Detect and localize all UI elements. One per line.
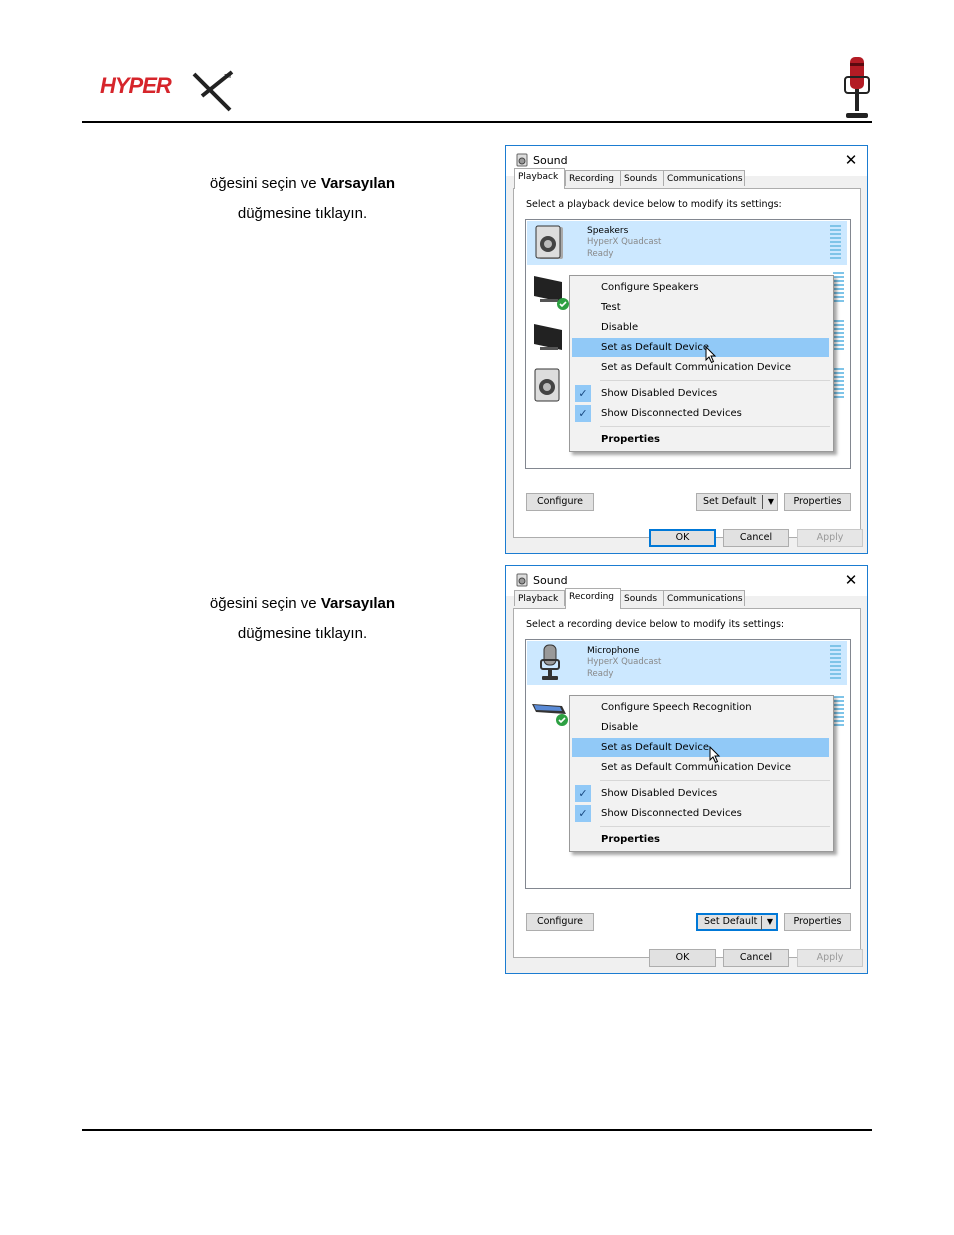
mouse-cursor-icon <box>705 346 717 364</box>
level-meter <box>830 645 841 681</box>
speaker-app-icon <box>516 153 528 167</box>
microphone-device-icon <box>540 644 560 680</box>
menu-show-disconnected-label: Show Disconnected Devices <box>601 808 742 819</box>
checkmark-icon: ✓ <box>575 385 591 402</box>
level-meter-2 <box>833 272 844 304</box>
footer-rule <box>82 1129 872 1131</box>
device-status: Ready <box>587 669 614 679</box>
menu-configure-speakers[interactable]: Configure Speakers <box>572 278 829 297</box>
tab-sounds[interactable]: Sounds <box>620 170 664 186</box>
monitor-device-icon <box>534 276 569 310</box>
svg-text:HYPER: HYPER <box>100 73 172 98</box>
menu-set-default-communication[interactable]: Set as Default Communication Device <box>572 758 829 777</box>
tab-recording[interactable]: Recording <box>565 588 621 609</box>
dropdown-arrow-icon[interactable]: ▼ <box>768 494 774 510</box>
speaker-device-icon <box>535 225 563 259</box>
cancel-button[interactable]: Cancel <box>723 949 789 967</box>
panel-instruction: Select a playback device below to modify… <box>526 199 782 210</box>
menu-separator <box>600 426 830 427</box>
hyperx-logo: HYPER TM <box>100 70 234 112</box>
context-menu: Configure Speakers Test Disable Set as D… <box>569 275 834 452</box>
sound-dialog-playback: Sound ✕ Playback Recording Sounds Commun… <box>505 145 868 554</box>
set-default-label: Set Default <box>703 496 757 507</box>
menu-set-default-communication[interactable]: Set as Default Communication Device <box>572 358 829 377</box>
apply-button[interactable]: Apply <box>797 949 863 967</box>
device-name: Microphone <box>587 646 640 656</box>
webcam-device-icon <box>532 704 568 726</box>
cancel-button[interactable]: Cancel <box>723 529 789 547</box>
step-2-instruction: öğesini seçin ve Varsayılan düğmesine tı… <box>209 595 396 642</box>
device-row-microphone[interactable]: Microphone HyperX Quadcast Ready <box>527 641 847 685</box>
menu-configure-speech[interactable]: Configure Speech Recognition <box>572 698 829 717</box>
device-row-speakers[interactable]: Speakers HyperX Quadcast Ready <box>527 221 847 265</box>
menu-show-disabled-label: Show Disabled Devices <box>601 788 718 799</box>
menu-separator <box>600 780 830 781</box>
menu-disable[interactable]: Disable <box>572 718 829 737</box>
menu-set-default-device[interactable]: Set as Default Device <box>572 338 829 357</box>
menu-show-disconnected[interactable]: ✓ Show Disconnected Devices <box>572 804 829 823</box>
menu-set-default-device[interactable]: Set as Default Device <box>572 738 829 757</box>
device-subtitle: HyperX Quadcast <box>587 237 662 247</box>
microphone-illustration <box>844 57 870 118</box>
set-default-button[interactable]: Set Default ▼ <box>696 913 778 931</box>
apply-button[interactable]: Apply <box>797 529 863 547</box>
menu-show-disconnected[interactable]: ✓ Show Disconnected Devices <box>572 404 829 423</box>
menu-show-disconnected-label: Show Disconnected Devices <box>601 408 742 419</box>
speaker-app-icon <box>516 573 528 587</box>
device-name: Speakers <box>587 226 629 236</box>
step-1-instruction: öğesini seçin ve Varsayılan düğmesine tı… <box>209 175 396 222</box>
dropdown-arrow-icon[interactable]: ▼ <box>767 915 773 929</box>
device-status: Ready <box>587 249 614 259</box>
checkmark-icon: ✓ <box>575 405 591 422</box>
speaker-device-icon-2 <box>534 368 560 402</box>
set-default-button[interactable]: Set Default ▼ <box>696 493 778 511</box>
dialog-title: Sound <box>533 574 568 587</box>
checkmark-icon: ✓ <box>575 805 591 822</box>
menu-show-disabled[interactable]: ✓ Show Disabled Devices <box>572 784 829 803</box>
tab-sounds[interactable]: Sounds <box>620 590 664 606</box>
level-meter <box>830 225 841 261</box>
close-button[interactable]: ✕ <box>841 570 861 590</box>
properties-button[interactable]: Properties <box>784 493 851 511</box>
configure-button[interactable]: Configure <box>526 913 594 931</box>
level-meter-2 <box>833 696 844 728</box>
tab-communications[interactable]: Communications <box>663 590 745 606</box>
checkmark-icon: ✓ <box>575 785 591 802</box>
svg-text:TM: TM <box>224 74 231 80</box>
tab-playback[interactable]: Playback <box>514 168 565 189</box>
split-separator <box>761 916 762 930</box>
close-button[interactable]: ✕ <box>841 150 861 170</box>
monitor-device-icon-2 <box>534 324 562 350</box>
panel-instruction: Select a recording device below to modif… <box>526 619 785 630</box>
device-subtitle: HyperX Quadcast <box>587 657 662 667</box>
ok-button[interactable]: OK <box>649 949 716 967</box>
tab-playback[interactable]: Playback <box>514 590 565 606</box>
menu-properties[interactable]: Properties <box>572 430 829 449</box>
dialog-title: Sound <box>533 154 568 167</box>
menu-show-disabled-label: Show Disabled Devices <box>601 388 718 399</box>
split-separator <box>762 495 763 509</box>
menu-test[interactable]: Test <box>572 298 829 317</box>
context-menu: Configure Speech Recognition Disable Set… <box>569 695 834 852</box>
menu-show-disabled[interactable]: ✓ Show Disabled Devices <box>572 384 829 403</box>
set-default-label: Set Default <box>704 916 758 927</box>
ok-button[interactable]: OK <box>649 529 716 547</box>
level-meter-4 <box>833 368 844 400</box>
header-rule <box>82 121 872 123</box>
tab-recording[interactable]: Recording <box>565 170 621 186</box>
menu-separator <box>600 380 830 381</box>
sound-dialog-recording: Sound ✕ Playback Recording Sounds Commun… <box>505 565 868 974</box>
tab-communications[interactable]: Communications <box>663 170 745 186</box>
properties-button[interactable]: Properties <box>784 913 851 931</box>
menu-separator <box>600 826 830 827</box>
configure-button[interactable]: Configure <box>526 493 594 511</box>
mouse-cursor-icon <box>709 746 721 764</box>
level-meter-3 <box>833 320 844 352</box>
menu-properties[interactable]: Properties <box>572 830 829 849</box>
menu-disable[interactable]: Disable <box>572 318 829 337</box>
